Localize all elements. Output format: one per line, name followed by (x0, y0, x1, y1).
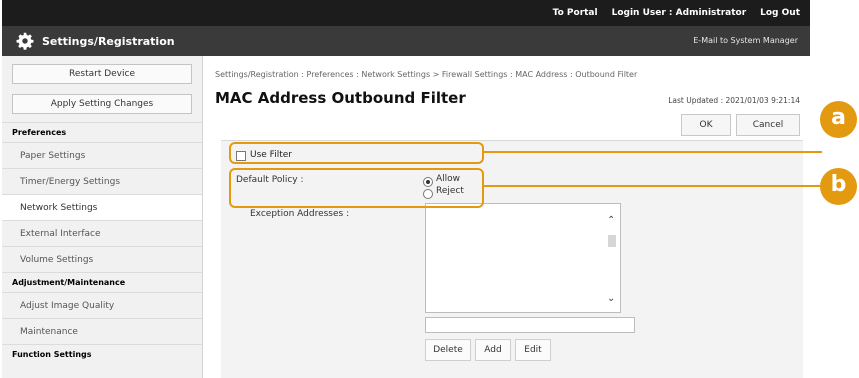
callout-leader-b (484, 185, 822, 187)
apply-setting-changes-button[interactable]: Apply Setting Changes (12, 94, 192, 114)
main-content: Settings/Registration : Preferences : Ne… (203, 56, 810, 378)
sidebar-item-volume-settings[interactable]: Volume Settings (2, 246, 202, 272)
title-bar: Settings/Registration E-Mail to System M… (2, 26, 810, 56)
callout-box-a (229, 142, 484, 164)
last-updated-text: Last Updated : 2021/01/03 9:21:14 (668, 96, 800, 105)
gear-icon (16, 32, 34, 50)
sidebar-section-preferences: Preferences (2, 122, 202, 142)
scroll-down-icon[interactable]: ⌄ (607, 293, 615, 304)
address-input[interactable] (425, 317, 635, 333)
scroll-thumb[interactable] (608, 235, 616, 247)
restart-device-button[interactable]: Restart Device (12, 64, 192, 84)
sidebar-item-external-interface[interactable]: External Interface (2, 220, 202, 246)
list-scrollbar[interactable]: ⌃ ⌄ (605, 205, 619, 311)
sidebar-item-timer-energy-settings[interactable]: Timer/Energy Settings (2, 168, 202, 194)
callout-marker-a: a (820, 101, 857, 138)
delete-button[interactable]: Delete (425, 339, 471, 361)
log-out-link[interactable]: Log Out (760, 8, 800, 18)
callout-marker-b: b (820, 168, 857, 205)
app-title: Settings/Registration (42, 35, 175, 48)
sidebar: Restart Device Apply Setting Changes Pre… (2, 56, 203, 378)
sidebar-nav: Preferences Paper Settings Timer/Energy … (2, 122, 202, 364)
ok-button[interactable]: OK (681, 114, 731, 136)
top-bar: To Portal Login User : Administrator Log… (2, 0, 810, 26)
to-portal-link[interactable]: To Portal (553, 8, 598, 18)
exception-addresses-label: Exception Addresses : (250, 209, 350, 219)
sidebar-item-network-settings[interactable]: Network Settings (2, 194, 202, 220)
login-user-text: Login User : Administrator (611, 8, 747, 18)
breadcrumb: Settings/Registration : Preferences : Ne… (215, 70, 638, 79)
email-system-manager-link[interactable]: E-Mail to System Manager (693, 36, 798, 45)
sidebar-item-paper-settings[interactable]: Paper Settings (2, 142, 202, 168)
sidebar-item-adjust-image-quality[interactable]: Adjust Image Quality (2, 292, 202, 318)
sidebar-item-maintenance[interactable]: Maintenance (2, 318, 202, 344)
cancel-button[interactable]: Cancel (736, 114, 800, 136)
callout-box-b (229, 168, 484, 208)
sidebar-section-function-settings: Function Settings (2, 344, 202, 364)
top-links: To Portal Login User : Administrator Log… (553, 8, 800, 18)
exception-addresses-list[interactable]: ⌃ ⌄ (425, 203, 621, 313)
page-title: MAC Address Outbound Filter (215, 89, 466, 107)
add-button[interactable]: Add (475, 339, 511, 361)
callout-leader-a (484, 151, 822, 153)
sidebar-section-adjustment-maintenance: Adjustment/Maintenance (2, 272, 202, 292)
edit-button[interactable]: Edit (515, 339, 551, 361)
scroll-up-icon[interactable]: ⌃ (607, 215, 615, 226)
